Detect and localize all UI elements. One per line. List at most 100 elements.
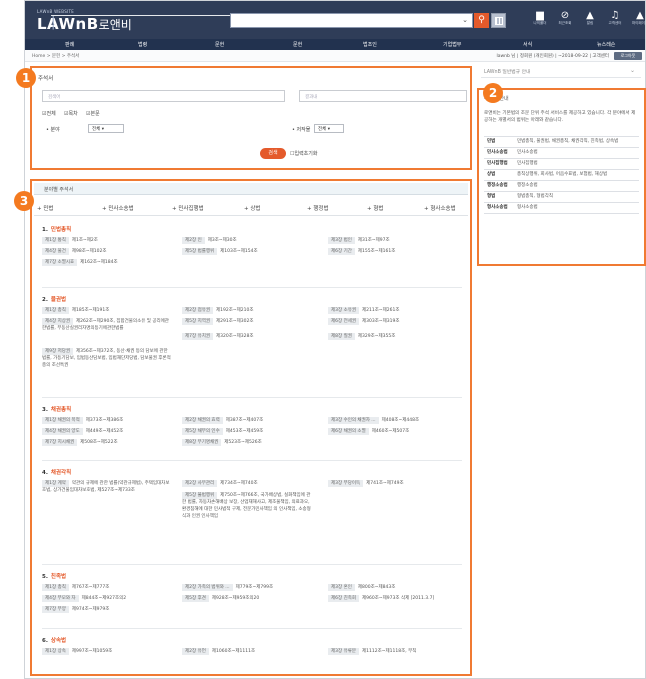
submit-search-button[interactable]: 검색 bbox=[260, 148, 286, 159]
chapter-range: 제460조~제507조 bbox=[371, 429, 410, 434]
chapter-range: 제453조~제459조 bbox=[225, 429, 264, 434]
check-all[interactable]: ☑전체 bbox=[42, 110, 56, 117]
chapter-link[interactable]: 제3장 혼인 제800조~제843조 bbox=[328, 584, 463, 591]
law-heading[interactable]: 3. 채권총칙 bbox=[42, 405, 71, 413]
headset-button[interactable]: ♫ 고객센터 bbox=[605, 10, 625, 26]
law-heading[interactable]: 4. 채권각칙 bbox=[42, 468, 71, 476]
chapter-range: 제508조~제522조 bbox=[80, 440, 118, 445]
folder-button[interactable]: ▆ 나의폴더 bbox=[530, 10, 550, 26]
chapter-range: 제211조~제261조 bbox=[362, 308, 400, 313]
chapter-link[interactable]: 제3장 소유권 제211조~제261조 bbox=[328, 307, 463, 314]
tab-law[interactable]: + 상법 bbox=[244, 204, 260, 212]
icon-label: 최근조회 bbox=[558, 21, 572, 25]
chapter-title: 제2장 채권의 효력 bbox=[182, 417, 223, 424]
chapter-link[interactable]: 제2장 가족의 범위와 ... 제779조~제799조 bbox=[182, 584, 317, 591]
nav-item[interactable]: 뉴스레슨 bbox=[597, 41, 615, 48]
chapter-link[interactable]: 제7장 지시채권 제508조~제522조 bbox=[42, 439, 177, 446]
guide-row-value: 행정소송법 bbox=[514, 180, 639, 192]
chapter-link[interactable]: 제7장 소멸시효 제162조~제184조 bbox=[42, 259, 177, 266]
nav-item[interactable]: 판례 bbox=[65, 41, 74, 48]
bell-button[interactable]: ▲ 알림 bbox=[580, 10, 600, 26]
nav-item[interactable]: 문헌 bbox=[215, 41, 224, 48]
chapter-link[interactable]: 제1장 계약 약관의 규제에 관한 법률(약관규제법), 주택임대차보호법, 상가… bbox=[42, 480, 172, 494]
chapter-link[interactable]: 제5장 지역권 제291조~제302조 bbox=[182, 318, 317, 325]
chapter-link[interactable]: 제7장 부양 제974조~제979조 bbox=[42, 606, 177, 613]
chapter-link[interactable]: 제1장 총칙 제767조~제777조 bbox=[42, 584, 177, 591]
chapter-link[interactable]: 제6장 기간 제155조~제161조 bbox=[328, 248, 463, 255]
grid-button[interactable] bbox=[491, 13, 506, 28]
chapter-link[interactable]: 제6장 채권의 소멸 제460조~제507조 bbox=[328, 428, 463, 435]
chapter-link[interactable]: 제2장 채권의 효력 제387조~제407조 bbox=[182, 417, 317, 424]
chevron-down-icon[interactable]: ⌄ bbox=[462, 16, 468, 24]
history-button[interactable]: ⊘ 최근조회 bbox=[555, 10, 575, 26]
keyword-placeholder: 검색어 bbox=[48, 95, 61, 100]
chapter-link[interactable]: 제3장 부당이득 제741조~제749조 bbox=[328, 480, 463, 487]
guide-row-value: 형사소송법 bbox=[514, 202, 639, 214]
chapter-link[interactable]: 제1장 상속 제997조~제1059조 bbox=[42, 648, 177, 655]
nav-item[interactable]: 서식 bbox=[523, 41, 532, 48]
bell-icon: ▲ bbox=[586, 10, 594, 21]
chapter-link[interactable]: 제8장 무기명채권 제523조~제526조 bbox=[182, 439, 317, 446]
chapter-link[interactable]: 제6장 친족회 제960조~제973조 삭제 [2011.3.7] bbox=[328, 595, 463, 602]
chapter-link[interactable]: 제5장 법률행위 제103조~제154조 bbox=[182, 248, 317, 255]
logout-button[interactable]: 로그아웃 bbox=[614, 52, 642, 60]
tab-law[interactable]: + 형법 bbox=[367, 204, 383, 212]
within-results-input[interactable]: 결과내 bbox=[299, 90, 467, 102]
chapter-range: 제31조~제97조 bbox=[357, 238, 390, 243]
chapter-range: 제192조~제210조 bbox=[216, 308, 254, 313]
tab-law[interactable]: + 민사집행법 bbox=[172, 204, 204, 212]
chapter-link[interactable]: 제1장 총칙 제185조~제191조 bbox=[42, 307, 177, 314]
chapter-link[interactable]: 제4장 물건 제98조~제102조 bbox=[42, 248, 177, 255]
tab-law[interactable]: + 민사소송법 bbox=[102, 204, 134, 212]
chapter-link[interactable]: 제6장 전세권 제303조~제319조 bbox=[328, 318, 463, 325]
chapter-link[interactable]: 제3장 유류분 제1112조~제1118조, 부칙 bbox=[328, 648, 463, 655]
tab-law[interactable]: + 형사소송법 bbox=[424, 204, 456, 212]
nav-item[interactable]: 기업법무 bbox=[443, 41, 461, 48]
law-heading[interactable]: 2. 물권법 bbox=[42, 295, 66, 303]
chapter-title: 제7장 부양 bbox=[42, 606, 69, 613]
chapter-link[interactable]: 제3장 수인의 채권자 ... 제408조~제448조 bbox=[328, 417, 463, 424]
chapter-link[interactable]: 제4장 채권의 양도 제449조~제452조 bbox=[42, 428, 177, 435]
law-name: 민법총칙 bbox=[50, 227, 72, 233]
chapter-link[interactable]: 제2장 사무관리 제734조~제740조 bbox=[182, 480, 317, 487]
chapter-link[interactable]: 제4장 지상권 제262조~제290조, 집합건물의소유 및 공리에관한법률, 부… bbox=[42, 318, 172, 332]
chapter-link[interactable]: 제2장 유언 제1060조~제1111조 bbox=[182, 648, 317, 655]
tab-law[interactable]: + 민법 bbox=[37, 204, 53, 212]
chapter-title: 제5장 지역권 bbox=[182, 318, 213, 325]
check-toc[interactable]: ☑목차 bbox=[64, 110, 78, 117]
nav-item[interactable]: 문헌 bbox=[293, 41, 302, 48]
chapter-link[interactable]: 제4장 부모와 자 제844조~제927조의2 bbox=[42, 595, 177, 602]
chapter-link[interactable]: 제8장 질권 제329조~제355조 bbox=[328, 333, 463, 340]
reset-checkbox[interactable]: ☐입력초기화 bbox=[290, 150, 318, 157]
guide-row: 민사소송법 민사소송법 bbox=[484, 147, 639, 159]
chapter-link[interactable]: 제1장 통칙 제1조~제2조 bbox=[42, 237, 177, 244]
chapter-link[interactable]: 제5장 채무의 인수 제453조~제459조 bbox=[182, 428, 317, 435]
chapter-link[interactable]: 제2장 점유권 제192조~제210조 bbox=[182, 307, 317, 314]
chapter-range: 제1060조~제1111조 bbox=[211, 649, 256, 654]
list-header: 분야별 주석서 bbox=[34, 183, 468, 195]
search-button[interactable]: ⚲ bbox=[474, 13, 489, 28]
chapter-link[interactable]: 제3장 법인 제31조~제97조 bbox=[328, 237, 463, 244]
chapter-link[interactable]: 제5장 후견 제928조~제959조의20 bbox=[182, 595, 317, 602]
nav-item[interactable]: 법조인 bbox=[363, 41, 377, 48]
global-search-input[interactable]: ⌄ bbox=[230, 13, 473, 28]
keyword-input[interactable]: 검색어 bbox=[42, 90, 285, 102]
law-heading[interactable]: 5. 친족법 bbox=[42, 572, 66, 580]
law-heading[interactable]: 1. 민법총칙 bbox=[42, 225, 71, 233]
pub-label: • 저작물 bbox=[292, 127, 311, 133]
chapter-range: 제155조~제161조 bbox=[357, 249, 396, 254]
chapter-link[interactable]: 제1장 채권의 목적 제373조~제386조 bbox=[42, 417, 177, 424]
field-select[interactable]: 전체 ▾ bbox=[88, 124, 124, 133]
pub-select[interactable]: 전체 ▾ bbox=[314, 124, 344, 133]
nav-item[interactable]: 법령 bbox=[138, 41, 147, 48]
check-body[interactable]: ☑본문 bbox=[86, 110, 100, 117]
chapter-link[interactable]: 제5장 불법행위 제750조~제766조, 국가배상법, 실화책임에 관한 법률,… bbox=[182, 492, 312, 520]
side-notice[interactable]: LAWnB 일반법규 안내 ⌄ bbox=[481, 64, 641, 78]
tab-law[interactable]: + 행정법 bbox=[307, 204, 329, 212]
chapter-link[interactable]: 제9장 저당권 제356조~제372조, 동산·채권 등의 담보에 관한 법률, … bbox=[42, 348, 172, 369]
user-button[interactable]: ▲마이페이지 bbox=[630, 10, 646, 26]
site-logo[interactable]: LAWnB WEBSITE LAWnB | 로앤비 bbox=[37, 9, 471, 33]
law-heading[interactable]: 6. 상속법 bbox=[42, 636, 66, 644]
chapter-link[interactable]: 제7장 유치권 제320조~제328조 bbox=[182, 333, 317, 340]
chapter-link[interactable]: 제2장 인 제3조~제30조 bbox=[182, 237, 317, 244]
